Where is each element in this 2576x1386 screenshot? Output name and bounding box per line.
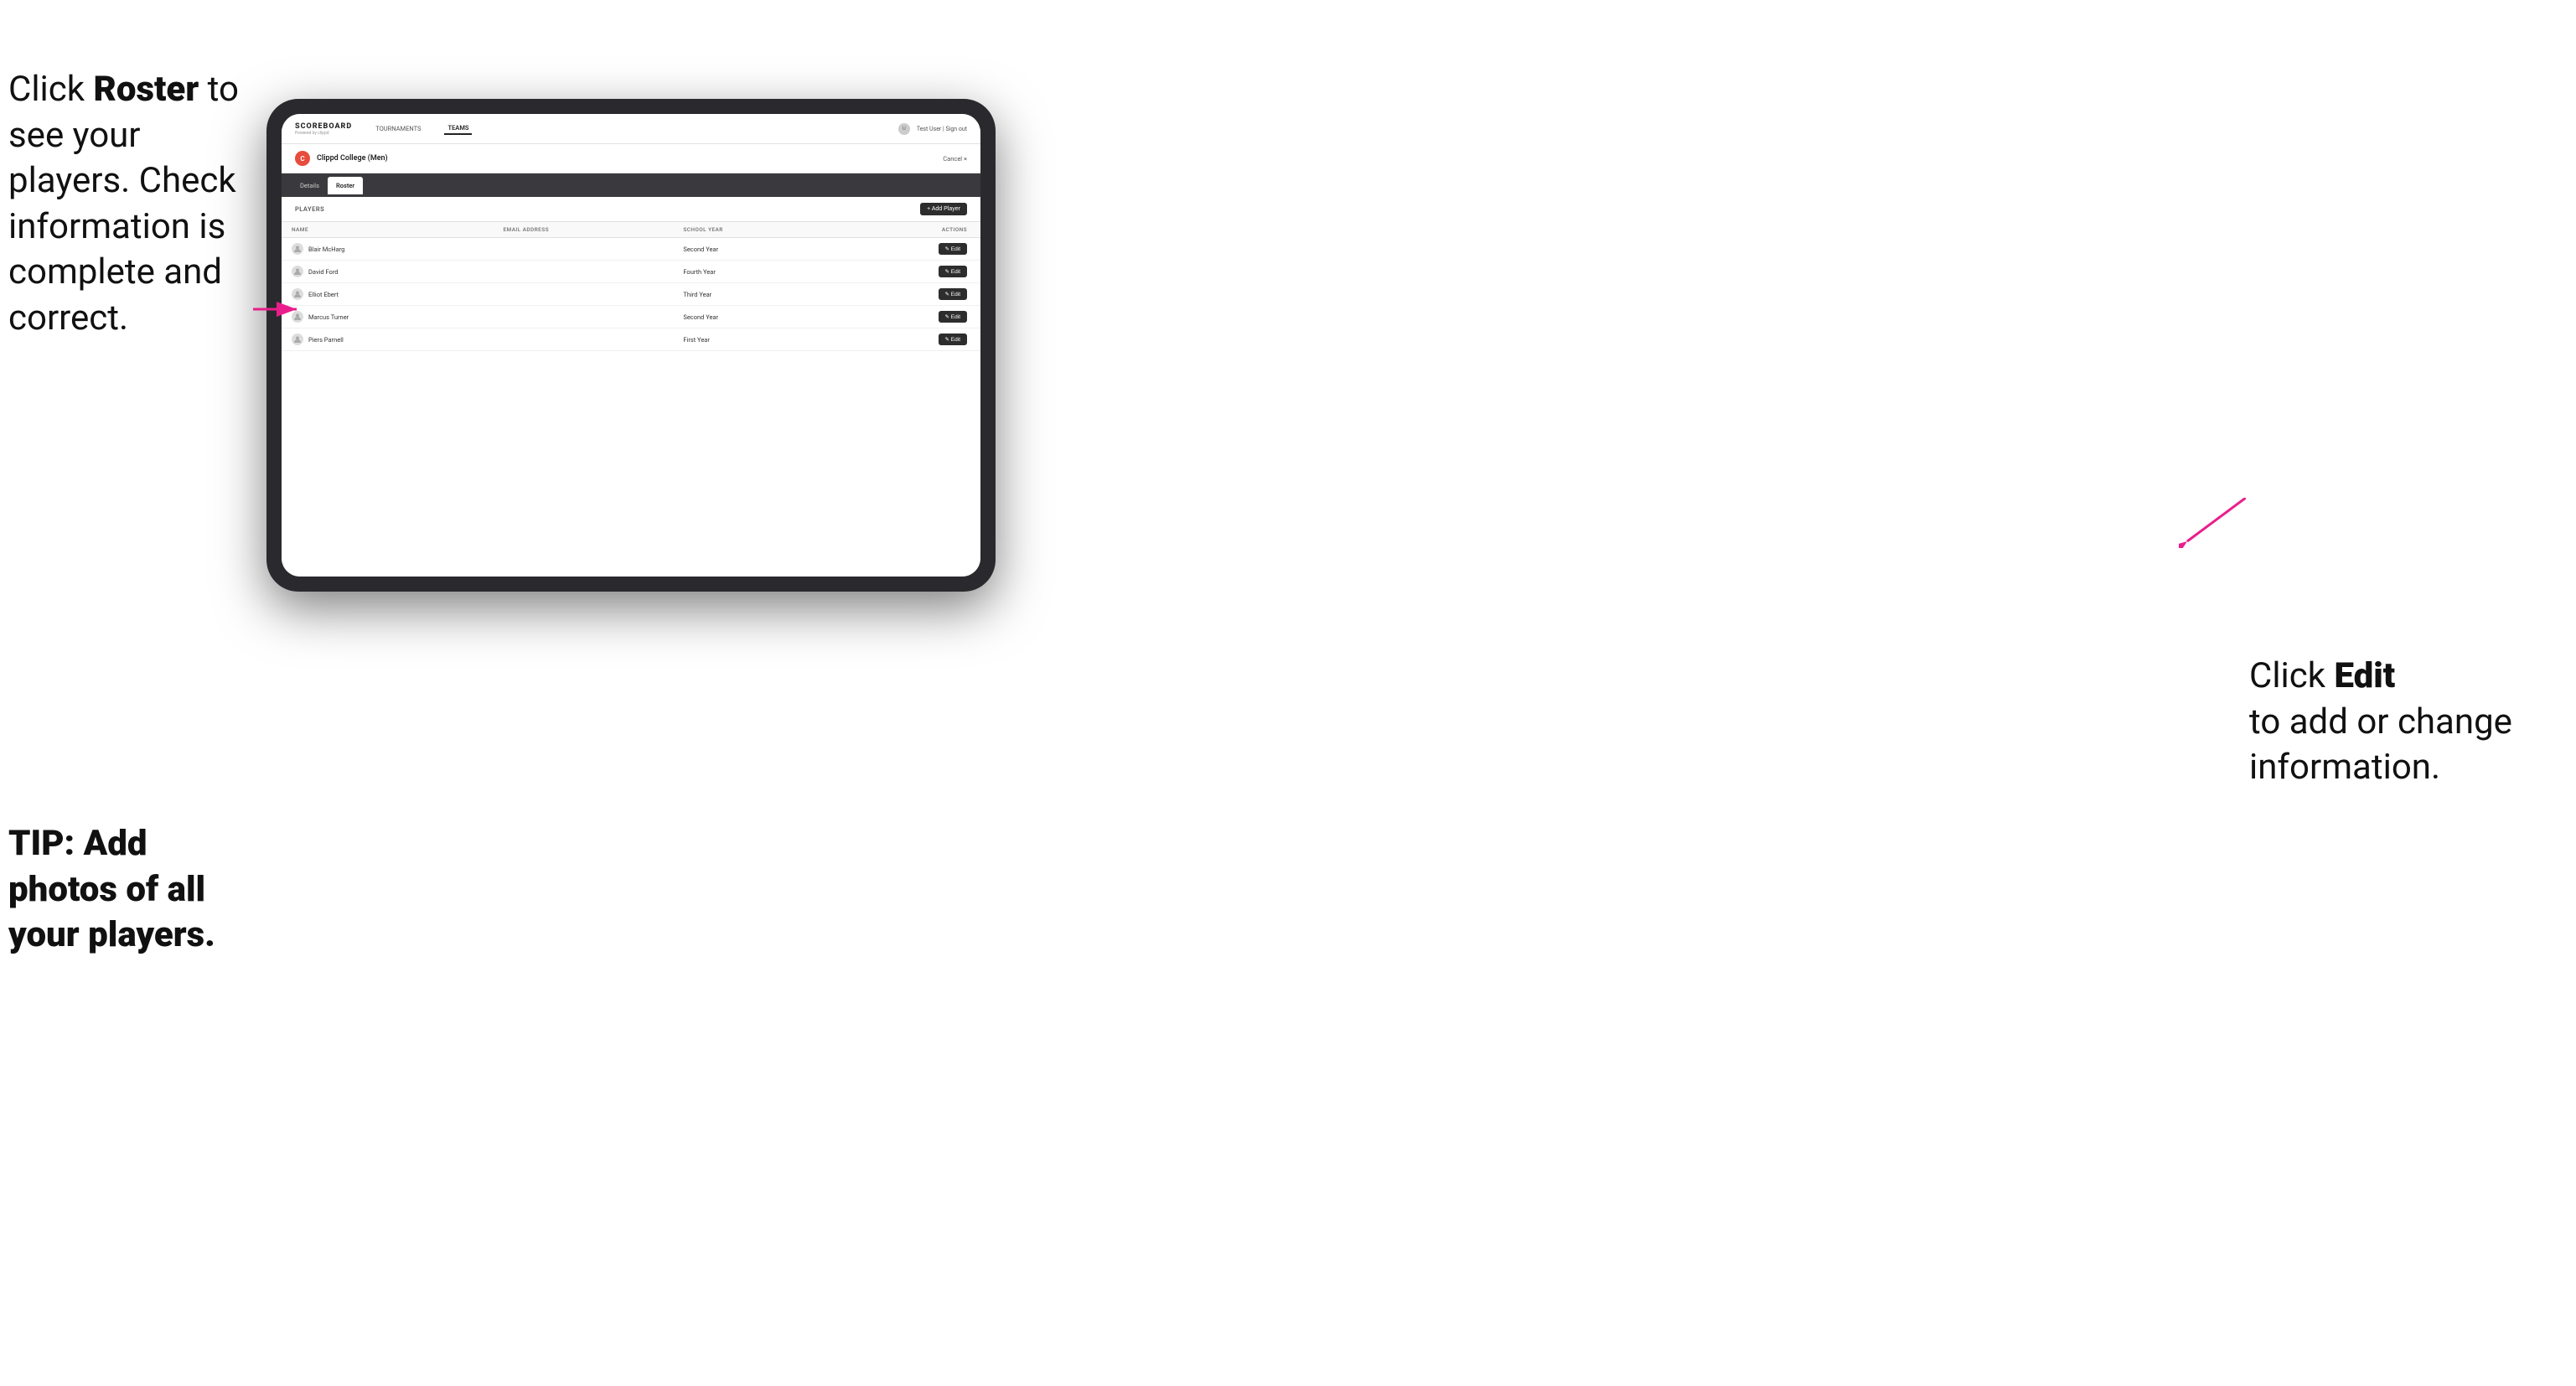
col-header-school-year: SCHOOL YEAR (673, 222, 837, 238)
player-name-cell-2: Elliot Ebert (282, 283, 493, 306)
players-table: NAME EMAIL ADDRESS SCHOOL YEAR ACTIONS B (282, 222, 980, 351)
player-name-1: David Ford (308, 268, 339, 276)
nav-teams[interactable]: TEAMS (444, 122, 472, 135)
table-row: Marcus Turner Second Year ✎ Edit (282, 306, 980, 328)
players-label: PLAYERS (295, 205, 324, 213)
app-bar: SCOREBOARD Powered by clippd TOURNAMENTS… (282, 114, 980, 144)
logo-text: SCOREBOARD (295, 122, 352, 131)
user-menu[interactable]: Test User | Sign out (917, 126, 967, 132)
tablet-frame: SCOREBOARD Powered by clippd TOURNAMENTS… (266, 99, 996, 592)
player-school-year-4: First Year (673, 328, 837, 351)
player-actions-0: ✎ Edit (837, 238, 980, 261)
logo-sub: Powered by clippd (295, 131, 352, 136)
table-row: Blair McHarg Second Year ✎ Edit (282, 238, 980, 261)
player-school-year-0: Second Year (673, 238, 837, 261)
tip-text: TIP: Add photos of all your players. (8, 821, 251, 959)
player-school-year-2: Third Year (673, 283, 837, 306)
col-header-actions: ACTIONS (837, 222, 980, 238)
player-actions-4: ✎ Edit (837, 328, 980, 351)
player-email-2 (493, 283, 673, 306)
edit-button-2[interactable]: ✎ Edit (939, 288, 967, 300)
team-name-area: C Clippd College (Men) (295, 151, 388, 166)
player-avatar-4 (292, 334, 303, 345)
player-name-2: Elliot Ebert (308, 291, 339, 298)
player-email-1 (493, 261, 673, 283)
team-title: Clippd College (Men) (317, 154, 388, 163)
player-avatar-0 (292, 243, 303, 255)
cancel-button[interactable]: Cancel × (943, 155, 967, 163)
app-bar-right: U Test User | Sign out (898, 123, 967, 135)
table-row: Elliot Ebert Third Year ✎ Edit (282, 283, 980, 306)
player-school-year-3: Second Year (673, 306, 837, 328)
instructions-right: Click Editto add or changeinformation. (2249, 654, 2568, 791)
player-email-3 (493, 306, 673, 328)
nav-tournaments[interactable]: TOURNAMENTS (372, 123, 424, 134)
player-actions-3: ✎ Edit (837, 306, 980, 328)
player-name-cell-4: Piers Parnell (282, 328, 493, 351)
add-player-button[interactable]: + Add Player (920, 203, 967, 215)
col-header-name: NAME (282, 222, 493, 238)
col-header-email: EMAIL ADDRESS (493, 222, 673, 238)
table-row: David Ford Fourth Year ✎ Edit (282, 261, 980, 283)
user-avatar: U (898, 123, 910, 135)
player-name-cell-3: Marcus Turner (282, 306, 493, 328)
team-logo: C (295, 151, 310, 166)
app-bar-left: SCOREBOARD Powered by clippd TOURNAMENTS… (295, 122, 472, 136)
player-avatar-1 (292, 266, 303, 277)
player-name-4: Piers Parnell (308, 336, 344, 344)
player-name-cell-0: Blair McHarg (282, 238, 493, 261)
arrow-roster (253, 297, 303, 322)
logo-area: SCOREBOARD Powered by clippd (295, 122, 352, 136)
edit-button-4[interactable]: ✎ Edit (939, 334, 967, 345)
player-name-3: Marcus Turner (308, 313, 349, 321)
instructions-left: Click Roster to see your players. Check … (8, 67, 251, 342)
player-school-year-1: Fourth Year (673, 261, 837, 283)
team-header: C Clippd College (Men) Cancel × (282, 144, 980, 173)
player-email-0 (493, 238, 673, 261)
players-section: PLAYERS + Add Player NAME EMAIL ADDRESS … (282, 197, 980, 577)
player-actions-2: ✎ Edit (837, 283, 980, 306)
edit-button-3[interactable]: ✎ Edit (939, 311, 967, 323)
tabs-bar: Details Roster (282, 173, 980, 197)
tab-details[interactable]: Details (292, 177, 328, 194)
players-toolbar: PLAYERS + Add Player (282, 197, 980, 222)
arrow-edit (2179, 498, 2246, 548)
edit-button-1[interactable]: ✎ Edit (939, 266, 967, 277)
player-email-4 (493, 328, 673, 351)
table-row: Piers Parnell First Year ✎ Edit (282, 328, 980, 351)
player-name-cell-1: David Ford (282, 261, 493, 283)
edit-button-0[interactable]: ✎ Edit (939, 243, 967, 255)
tab-roster[interactable]: Roster (328, 177, 363, 194)
tablet-screen: SCOREBOARD Powered by clippd TOURNAMENTS… (282, 114, 980, 577)
player-actions-1: ✎ Edit (837, 261, 980, 283)
table-header-row: NAME EMAIL ADDRESS SCHOOL YEAR ACTIONS (282, 222, 980, 238)
player-name-0: Blair McHarg (308, 246, 344, 253)
